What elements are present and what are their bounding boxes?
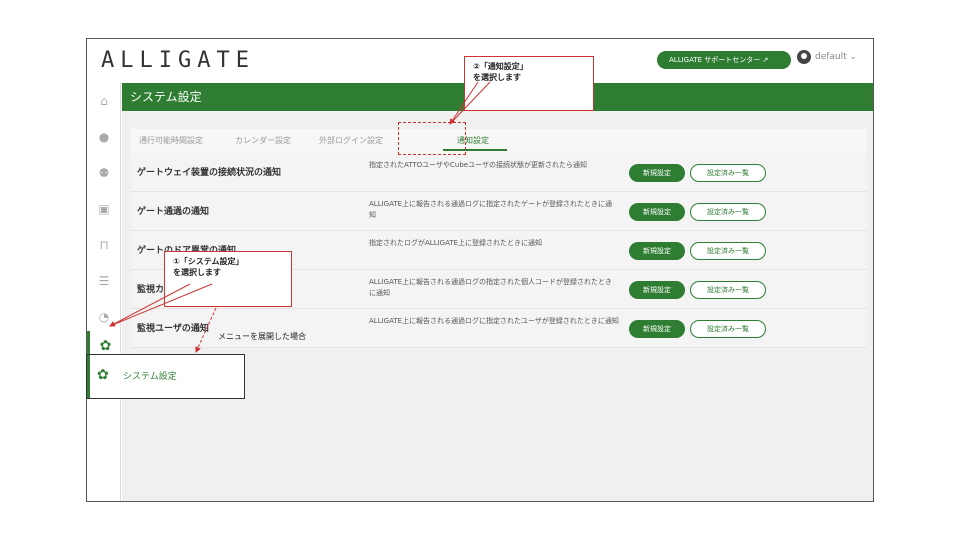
new-setting-button[interactable]: 新規設定 (629, 203, 685, 221)
settings-list-button[interactable]: 設定済み一覧 (690, 203, 766, 221)
row-description: ALLIGATE上に報告される通過ログに指定されたユーザが登録されたときに通知 (369, 317, 619, 325)
row-description: 指定されたログがALLIGATE上に登録されたときに通知 (369, 239, 543, 247)
list-icon[interactable]: ☰ (87, 271, 121, 291)
expanded-menu-note: メニューを展開した場合 (218, 332, 306, 341)
row-description: ALLIGATE上に報告される通過ログの指定された個人コードが登録されたときに通… (369, 278, 613, 297)
notification-tab-highlight (398, 122, 466, 155)
new-setting-button[interactable]: 新規設定 (629, 242, 685, 260)
settings-list-button[interactable]: 設定済み一覧 (690, 242, 766, 260)
tab-external-login[interactable]: 外部ログイン設定 (319, 135, 383, 146)
gear-icon: ✿ (97, 367, 109, 383)
callout-step-2: ②「通知設定」 を選択します (464, 56, 594, 111)
home-icon[interactable]: ⌂ (87, 91, 121, 111)
row-title: ゲートウェイ装置の接続状況の通知 (137, 168, 282, 178)
new-setting-button[interactable]: 新規設定 (629, 164, 685, 182)
list-item: ゲートウェイ装置の接続状況の通知 指定されたATTOユーザやCubeユーザの接続… (131, 153, 867, 192)
support-center-button[interactable]: ALLIGATE サポートセンター ↗ (657, 51, 791, 69)
app-logo: ALLIGATE (101, 48, 255, 73)
door-icon[interactable]: ⊓ (87, 235, 121, 255)
settings-list-button[interactable]: 設定済み一覧 (690, 281, 766, 299)
list-item: ゲート通過の通知 ALLIGATE上に報告される通過ログに指定されたゲートが登録… (131, 192, 867, 231)
expanded-menu-label: システム設定 (123, 372, 177, 382)
active-indicator (87, 355, 90, 398)
callout-step-1-line2: を選択します (173, 268, 221, 277)
tab-bar: 通行可能時間設定 カレンダー設定 外部ログイン設定 通知設定 (131, 129, 867, 153)
sidebar: ⌂ ● ⚉ ▣ ⊓ ☰ ◔ ✿ (87, 83, 121, 501)
id-card-icon[interactable]: ▣ (87, 199, 121, 219)
callout-step-2-line2: を選択します (473, 73, 521, 82)
user-menu[interactable]: default ⌄ (797, 50, 857, 64)
callout-step-1-line1: ①「システム設定」 (173, 257, 244, 266)
callout-step-2-line1: ②「通知設定」 (473, 62, 528, 71)
user-icon[interactable]: ● (87, 127, 121, 147)
tab-access-time[interactable]: 通行可能時間設定 (139, 135, 203, 146)
avatar-icon (797, 50, 811, 64)
user-clock-icon[interactable]: ◔ (87, 307, 121, 327)
callout-step-1: ①「システム設定」 を選択します (164, 251, 292, 307)
tab-calendar[interactable]: カレンダー設定 (235, 135, 291, 146)
users-icon[interactable]: ⚉ (87, 163, 121, 183)
settings-list-button[interactable]: 設定済み一覧 (690, 320, 766, 338)
settings-list-button[interactable]: 設定済み一覧 (690, 164, 766, 182)
new-setting-button[interactable]: 新規設定 (629, 320, 685, 338)
expanded-menu-item[interactable]: ✿ システム設定 (86, 354, 245, 399)
user-name: default ⌄ (815, 52, 858, 62)
row-title: ゲート通過の通知 (137, 207, 210, 217)
new-setting-button[interactable]: 新規設定 (629, 281, 685, 299)
row-title: 監視ユーザの通知 (137, 324, 209, 334)
row-description: 指定されたATTOユーザやCubeユーザの接続状態が更新されたら通知 (369, 161, 587, 169)
list-item: 監視ユーザの通知 ALLIGATE上に報告される通過ログに指定されたユーザが登録… (131, 309, 867, 348)
row-description: ALLIGATE上に報告される通過ログに指定されたゲートが登録されたときに通知 (369, 200, 613, 219)
